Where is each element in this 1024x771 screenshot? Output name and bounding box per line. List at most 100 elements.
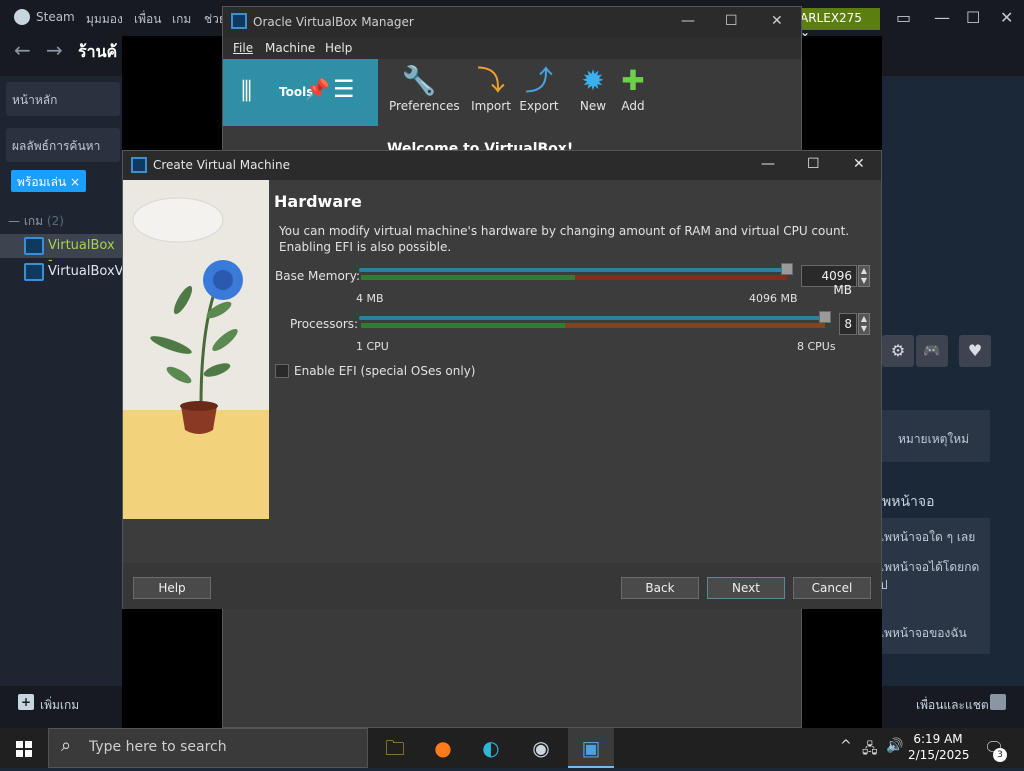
slider-track (359, 316, 825, 320)
forward-arrow-icon[interactable]: → (46, 38, 63, 62)
game-row-virtualboxv[interactable]: VirtualBoxV (0, 260, 124, 284)
spin-buttons[interactable]: ▲ ▼ (858, 265, 870, 287)
dialog-maximize-button[interactable]: ☐ (807, 156, 820, 172)
steam-search-results[interactable]: ผลลัพธ์การค้นหา (6, 128, 120, 162)
virtualbox-icon (131, 157, 147, 173)
export-button[interactable]: ⤴ Export (509, 63, 569, 113)
network-icon[interactable]: 🖧 (862, 738, 878, 762)
export-icon: ⤴ (524, 64, 553, 97)
vbm-minimize-button[interactable]: — (681, 13, 695, 29)
add-button[interactable]: ✚ Add (603, 63, 663, 113)
steam-logo-icon (14, 9, 30, 25)
screenshots-text: เพหน้าจอใด ๆ เลย (880, 530, 976, 544)
slider-range-warn (575, 275, 787, 280)
slider-thumb[interactable] (819, 311, 831, 323)
new-note-button[interactable]: หมายเหตุใหม่ (882, 410, 990, 462)
black-panel-left-bottom (122, 609, 222, 728)
virtualbox-icon (24, 237, 44, 255)
firefox-icon[interactable]: ● (420, 728, 466, 768)
friends-chat-button[interactable]: เพื่อนและแชต (916, 696, 989, 715)
vbm-close-button[interactable]: ✕ (771, 13, 783, 29)
black-panel-right-bottom (802, 609, 882, 728)
settings-icon[interactable]: ⚙ (882, 335, 914, 367)
slider-thumb[interactable] (781, 263, 793, 275)
memory-min-label: 4 MB (356, 292, 384, 305)
taskbar-search[interactable]: ⌕ Type here to search (48, 728, 368, 768)
vbm-maximize-button[interactable]: ☐ (725, 13, 738, 29)
slider-range-warn (565, 323, 825, 328)
search-icon: ⌕ (61, 735, 72, 756)
steam-username: ARLEX275 (800, 11, 862, 25)
show-hidden-icons[interactable]: ^ (840, 738, 852, 754)
steam-maximize-button[interactable]: ☐ (966, 8, 980, 27)
heart-icon[interactable]: ♥ (959, 335, 991, 367)
steam-menu-steam[interactable]: Steam (36, 10, 75, 24)
steam-minimize-button[interactable]: — (934, 8, 950, 27)
steam-menu-games[interactable]: เกม (172, 10, 191, 29)
base-memory-slider[interactable] (359, 263, 793, 287)
cpu-min-label: 1 CPU (356, 340, 389, 353)
steam-home-button[interactable]: หน้าหลัก (6, 82, 120, 116)
back-button[interactable]: Back (621, 577, 699, 599)
screenshots-text: เพหน้าจอได้โดยกด (880, 560, 980, 574)
menu-file[interactable]: File (233, 41, 253, 55)
steam-user-button[interactable]: ARLEX275 ⌄ (794, 8, 880, 39)
my-screenshots-link[interactable]: เพหน้าจอของฉัน (880, 624, 967, 643)
next-button[interactable]: Next (707, 577, 785, 599)
start-button[interactable] (0, 728, 48, 768)
base-memory-spinbox[interactable]: 4096 MB (801, 265, 857, 297)
virtualbox-icon (24, 263, 44, 281)
processors-label: Processors: (290, 317, 359, 331)
cancel-button[interactable]: Cancel (793, 577, 871, 599)
add-game-button[interactable]: เพิ่มเกม (40, 696, 79, 715)
menu-machine[interactable]: Machine (265, 41, 315, 55)
tools-button[interactable]: ⫼ Tools 📌 ☰ (223, 59, 378, 126)
menu-help[interactable]: Help (325, 41, 352, 55)
steam-menu-friends[interactable]: เพื่อน (134, 10, 161, 29)
export-label: Export (519, 99, 559, 113)
friends-icon[interactable] (990, 694, 1006, 710)
processors-spinbox[interactable]: 8 (839, 313, 857, 335)
preferences-button[interactable]: 🔧 Preferences (389, 63, 460, 113)
file-explorer-icon[interactable]: 🗀 (372, 728, 418, 768)
slider-range-safe (361, 323, 565, 328)
volume-icon[interactable]: 🔊 (886, 738, 903, 754)
vbm-titlebar: Oracle VirtualBox Manager — ☐ ✕ (223, 7, 801, 37)
close-icon[interactable]: × (70, 175, 80, 189)
help-button[interactable]: Help (133, 577, 211, 599)
screenshots-panel: เพหน้าจอใด ๆ เลย เพหน้าจอได้โดยกด ป เพหน… (880, 518, 990, 654)
taskbar-clock[interactable]: 6:19 AM 2/15/2025 (908, 731, 970, 763)
tools-icon: ⫼ (241, 77, 253, 105)
dialog-minimize-button[interactable]: — (761, 156, 775, 172)
add-label: Add (621, 99, 645, 113)
add-game-icon[interactable]: + (18, 694, 34, 710)
dialog-close-button[interactable]: ✕ (853, 156, 865, 172)
steam-close-button[interactable]: ✕ (1000, 8, 1013, 27)
spin-down-icon[interactable]: ▼ (861, 324, 867, 333)
steam-store-title[interactable]: ร้านค้ (78, 40, 117, 65)
slider-track (359, 268, 787, 272)
monitor-icon[interactable]: ▭ (896, 8, 911, 27)
category-count: (2) (46, 214, 64, 228)
steam-icon[interactable]: ◉ (518, 728, 564, 768)
clock-time: 6:19 AM (913, 732, 963, 746)
hardware-description: Enabling EFI is also possible. (279, 240, 452, 254)
pin-icon: 📌 (305, 77, 330, 101)
add-icon: ✚ (621, 64, 645, 97)
game-row-virtualbox[interactable]: VirtualBox - (0, 234, 122, 268)
spin-up-icon[interactable]: ▲ (861, 314, 867, 323)
back-arrow-icon[interactable]: ← (14, 38, 31, 62)
steam-menu-view[interactable]: มุมมอง (86, 10, 123, 29)
edge-icon[interactable]: ◐ (468, 728, 514, 768)
controller-icon[interactable]: 🎮 (916, 335, 948, 367)
enable-efi-checkbox[interactable] (275, 364, 289, 378)
ready-to-play-filter[interactable]: พร้อมเล่น × (11, 170, 87, 192)
spin-up-icon[interactable]: ▲ (861, 266, 867, 275)
processors-slider[interactable] (359, 311, 831, 335)
virtualbox-icon[interactable]: ▣ (568, 728, 614, 768)
spin-buttons[interactable]: ▲ ▼ (858, 313, 870, 335)
list-icon[interactable]: ☰ (333, 75, 355, 103)
games-category-header[interactable]: — เกม (2) (8, 212, 64, 231)
spin-down-icon[interactable]: ▼ (861, 276, 867, 285)
enable-efi-label[interactable]: Enable EFI (special OSes only) (294, 364, 475, 378)
